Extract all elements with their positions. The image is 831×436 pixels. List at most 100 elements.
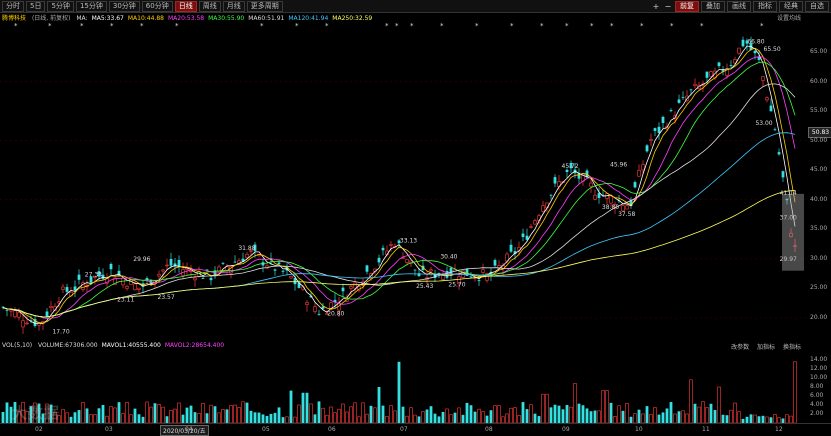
volume-bar	[1, 411, 5, 423]
candle-body	[689, 89, 693, 91]
volume-bar	[377, 387, 381, 423]
draw-button[interactable]: 画线	[727, 0, 751, 12]
ma-value-0: MA:	[76, 15, 88, 22]
candle-body	[677, 99, 681, 103]
candle-body	[729, 65, 733, 66]
tf-more[interactable]: 更多周期	[246, 0, 283, 12]
event-star-icon[interactable]: *	[510, 22, 514, 30]
add-indicator-button[interactable]: 加指标	[757, 344, 775, 351]
event-star-icon[interactable]: *	[540, 22, 544, 30]
volume-bar	[589, 411, 593, 423]
date-label: 11	[702, 426, 710, 433]
event-star-icon[interactable]: *	[140, 22, 144, 30]
candlestick-chart[interactable]: 17.70 27.33 23.11 29.96 23.57 31.88 20.80 33.13…	[0, 30, 808, 340]
volume-bar	[361, 402, 365, 423]
event-star-icon[interactable]: *	[395, 22, 399, 30]
tf-30min[interactable]: 30分钟	[108, 0, 140, 12]
event-star-icon[interactable]: *	[610, 22, 614, 30]
watchlist-button[interactable]: 自选	[805, 0, 829, 12]
minus-icon[interactable]: −	[663, 2, 673, 11]
plus-icon[interactable]: +	[651, 2, 661, 11]
volume-bar	[461, 414, 465, 423]
volume-bar	[217, 412, 221, 423]
event-star-icon[interactable]: *	[48, 22, 52, 30]
volume-bar	[473, 411, 477, 423]
volume-bar	[653, 407, 657, 423]
event-star-icon[interactable]: *	[385, 22, 389, 30]
event-star-icon[interactable]: *	[110, 22, 114, 30]
event-star-icon[interactable]: *	[475, 22, 479, 30]
vol-value-1: MAVOL1:40555.400	[101, 342, 161, 349]
candle-body	[341, 287, 345, 292]
ma-settings-link[interactable]: 设置均线	[777, 13, 801, 22]
overlay-button[interactable]: 叠加	[701, 0, 725, 12]
event-star-icon[interactable]: *	[260, 22, 264, 30]
volume-bar	[593, 410, 597, 423]
candle-body	[9, 309, 13, 312]
volume-bar	[549, 407, 553, 423]
price-annotation: 53.00	[755, 120, 772, 127]
candle-body	[541, 205, 545, 212]
volume-tick: 14.00	[810, 356, 828, 363]
volume-bar	[157, 404, 161, 423]
event-star-icon[interactable]: *	[590, 22, 594, 30]
volume-bar	[733, 402, 737, 423]
volume-bar	[721, 414, 725, 423]
volume-bar	[325, 414, 329, 423]
adjust-button[interactable]: 前复	[675, 0, 699, 12]
volume-bar	[553, 404, 557, 423]
ma-value-7: MA250:32.59	[332, 15, 373, 22]
volume-bar	[669, 402, 673, 423]
candle-body	[389, 244, 393, 246]
volume-bar	[405, 415, 409, 423]
candle-body	[77, 274, 81, 280]
candle-body	[245, 253, 249, 258]
tf-weekly[interactable]: 周线	[198, 0, 221, 12]
event-star-icon[interactable]: *	[670, 22, 674, 30]
volume-chart[interactable]	[0, 351, 808, 423]
candle-body	[169, 259, 173, 266]
event-star-icon[interactable]: *	[760, 22, 764, 30]
date-axis: 2020/03/20/五 02 03 04 05 06 07 08 09 10 11 12	[0, 423, 831, 436]
volume-bar	[621, 410, 625, 423]
volume-bar	[453, 412, 457, 423]
tf-daily[interactable]: 日线	[174, 0, 197, 12]
volume-bar	[737, 411, 741, 423]
tf-15min[interactable]: 15分钟	[75, 0, 107, 12]
volume-tick: 10.00	[810, 374, 828, 381]
edit-params-button[interactable]: 改参数	[731, 344, 749, 351]
candle-body	[645, 145, 649, 152]
ma-line	[2, 132, 796, 318]
event-star-icon[interactable]: *	[175, 22, 179, 30]
event-star-icon[interactable]: *	[80, 22, 84, 30]
change-indicator-button[interactable]: 换指标	[783, 344, 801, 351]
volume-bar	[705, 407, 709, 423]
event-star-icon[interactable]: *	[14, 22, 18, 30]
candle-body	[201, 278, 205, 279]
tf-monthly[interactable]: 月线	[222, 0, 245, 12]
event-star-icon[interactable]: *	[410, 22, 414, 30]
event-star-icon[interactable]: *	[295, 22, 299, 30]
volume-bar	[381, 405, 385, 423]
event-star-icon[interactable]: *	[700, 22, 704, 30]
tf-intraday[interactable]: 分时	[2, 0, 24, 12]
tf-60min[interactable]: 60分钟	[141, 0, 173, 12]
indicator-button[interactable]: 指标	[753, 0, 777, 12]
event-star-icon[interactable]: *	[640, 22, 644, 30]
date-label: 09	[562, 426, 570, 433]
volume-bar	[425, 409, 429, 423]
price-annotation: 27.33	[85, 272, 102, 279]
event-star-icon[interactable]: *	[325, 22, 329, 30]
tf-5min[interactable]: 5分钟	[47, 0, 74, 12]
classic-button[interactable]: 经典	[779, 0, 803, 12]
candle-body	[21, 320, 25, 328]
volume-bar	[397, 361, 401, 423]
tf-5day[interactable]: 5日	[26, 0, 46, 12]
volume-bar	[289, 390, 293, 423]
event-star-icon[interactable]: *	[565, 22, 569, 30]
volume-bar	[725, 415, 729, 423]
volume-bar	[393, 410, 397, 423]
price-tick: 20.00	[810, 314, 828, 321]
volume-bar	[133, 408, 137, 423]
event-star-icon[interactable]: *	[440, 22, 444, 30]
